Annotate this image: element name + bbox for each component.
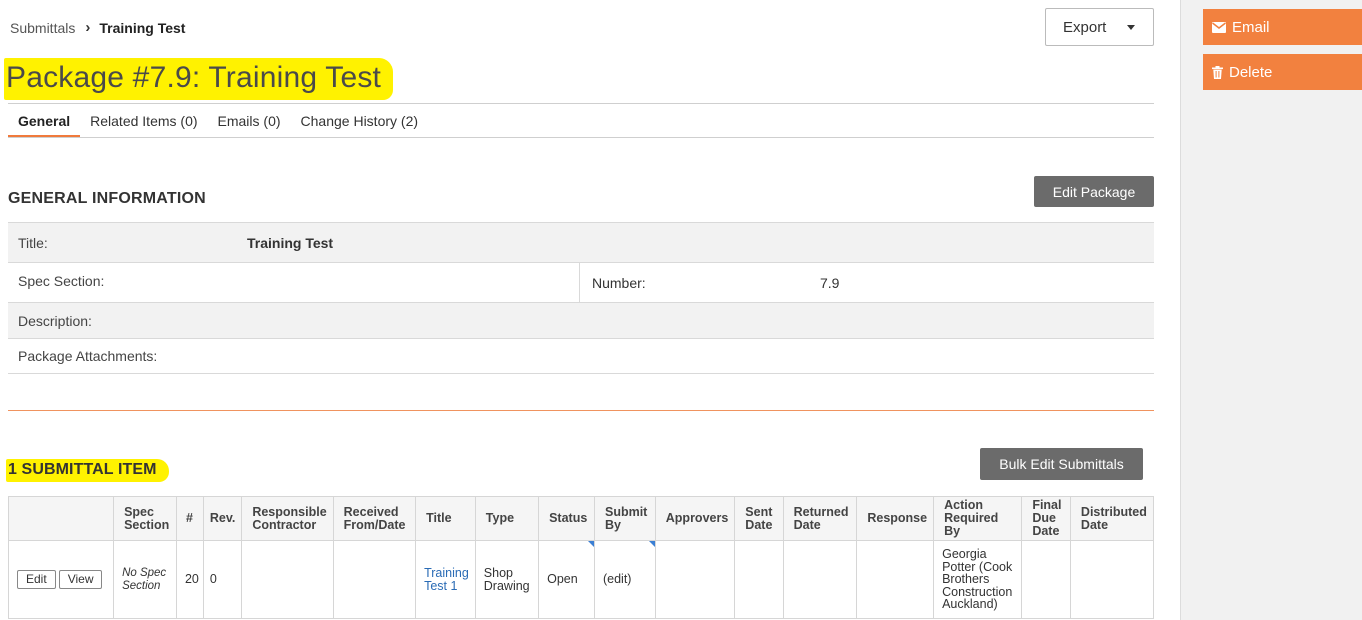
- column-header-actions: [8, 496, 115, 541]
- column-header[interactable]: Returned Date: [782, 496, 858, 541]
- row-actions-cell: Edit View: [8, 540, 115, 619]
- caret-down-icon: [1127, 25, 1135, 30]
- response-cell: [856, 540, 935, 619]
- status-cell: Open: [538, 540, 595, 619]
- approvers-cell: [654, 540, 736, 619]
- spec-section-cell: No Spec Section: [113, 540, 177, 619]
- submittal-table: Spec Section # Rev. Responsible Contract…: [8, 496, 1154, 619]
- info-row-description: Description:: [8, 303, 1154, 339]
- column-header[interactable]: #: [175, 496, 204, 541]
- column-header[interactable]: Type: [474, 496, 540, 541]
- distributed-date-cell: [1069, 540, 1154, 619]
- column-header[interactable]: Status: [538, 496, 595, 541]
- tab-emails[interactable]: Emails (0): [208, 113, 291, 138]
- submit-by-edit-cell[interactable]: (edit): [593, 540, 656, 619]
- package-attachments-label: Package Attachments:: [18, 348, 158, 364]
- email-label: Email: [1232, 18, 1270, 36]
- revision-cell: 0: [202, 540, 243, 619]
- info-row-attachments: Package Attachments:: [8, 339, 1154, 374]
- right-sidebar: Email Delete: [1180, 0, 1362, 620]
- delete-button[interactable]: Delete: [1203, 54, 1362, 90]
- spec-section-label: Spec Section:: [18, 272, 105, 289]
- column-header[interactable]: Submit By: [593, 496, 656, 541]
- sent-date-cell: [734, 540, 784, 619]
- column-header[interactable]: Final Due Date: [1021, 496, 1071, 541]
- general-information-heading: GENERAL INFORMATION: [8, 190, 206, 207]
- view-row-button[interactable]: View: [58, 570, 103, 589]
- delete-label: Delete: [1229, 63, 1273, 81]
- section-divider: [8, 410, 1154, 411]
- number-cell: 20: [175, 540, 204, 619]
- edit-row-button[interactable]: Edit: [17, 570, 56, 589]
- submittal-title-link[interactable]: Training Test 1: [415, 540, 476, 619]
- tab-change-history[interactable]: Change History (2): [291, 113, 429, 138]
- edit-package-button[interactable]: Edit Package: [1034, 176, 1154, 207]
- envelope-icon: [1212, 21, 1226, 33]
- export-dropdown-button[interactable]: Export: [1045, 8, 1154, 46]
- column-header[interactable]: Action Required By: [933, 496, 1023, 541]
- tab-general[interactable]: General: [8, 113, 81, 138]
- column-header[interactable]: Sent Date: [734, 496, 784, 541]
- column-header[interactable]: Rev.: [202, 496, 243, 541]
- title-value: Training Test: [247, 234, 334, 251]
- title-label: Title:: [18, 234, 48, 251]
- responsible-contractor-cell: [241, 540, 334, 619]
- trash-icon: [1212, 65, 1223, 79]
- tab-related-items[interactable]: Related Items (0): [80, 113, 207, 138]
- action-required-by-cell: Georgia Potter (Cook Brothers Constructi…: [933, 540, 1023, 619]
- column-header[interactable]: Response: [856, 496, 935, 541]
- table-header-row: Spec Section # Rev. Responsible Contract…: [8, 496, 1154, 541]
- column-header[interactable]: Distributed Date: [1069, 496, 1154, 541]
- main-content: Submittals › Training Test Export Packag…: [0, 0, 1180, 620]
- chevron-right-icon: ›: [85, 19, 91, 36]
- export-label: Export: [1063, 18, 1107, 36]
- breadcrumb-current: Training Test: [99, 19, 186, 36]
- divider: [8, 103, 1154, 104]
- info-row-title: Title: Training Test: [8, 222, 1154, 263]
- type-cell: Shop Drawing: [474, 540, 540, 619]
- column-header[interactable]: Spec Section: [113, 496, 177, 541]
- tab-bar: General Related Items (0) Emails (0) Cha…: [8, 113, 428, 138]
- final-due-date-cell: [1021, 540, 1071, 619]
- column-header[interactable]: Responsible Contractor: [241, 496, 334, 541]
- column-header[interactable]: Received From/Date: [332, 496, 417, 541]
- number-label: Number:: [592, 274, 646, 291]
- breadcrumb: Submittals › Training Test: [10, 19, 185, 36]
- number-value: 7.9: [820, 274, 840, 291]
- column-header[interactable]: Title: [415, 496, 476, 541]
- divider: [8, 137, 1154, 138]
- breadcrumb-submittals-link[interactable]: Submittals: [10, 20, 75, 36]
- returned-date-cell: [782, 540, 858, 619]
- general-information-panel: Title: Training Test Spec Section: Numbe…: [8, 222, 1154, 374]
- submittal-table-container: Spec Section # Rev. Responsible Contract…: [8, 496, 1154, 620]
- column-header[interactable]: Approvers: [654, 496, 736, 541]
- divider: [579, 263, 580, 302]
- email-button[interactable]: Email: [1203, 9, 1362, 45]
- received-from-cell: [332, 540, 417, 619]
- page-title: Package #7.9: Training Test: [4, 58, 394, 100]
- bulk-edit-submittals-button[interactable]: Bulk Edit Submittals: [980, 448, 1143, 480]
- table-row: Edit View No Spec Section 20 0 Training T…: [8, 540, 1154, 619]
- info-row-spec: Spec Section: Number: 7.9: [8, 263, 1154, 303]
- description-label: Description:: [18, 312, 92, 329]
- submittal-items-heading: 1 SUBMITTAL ITEM: [6, 459, 169, 482]
